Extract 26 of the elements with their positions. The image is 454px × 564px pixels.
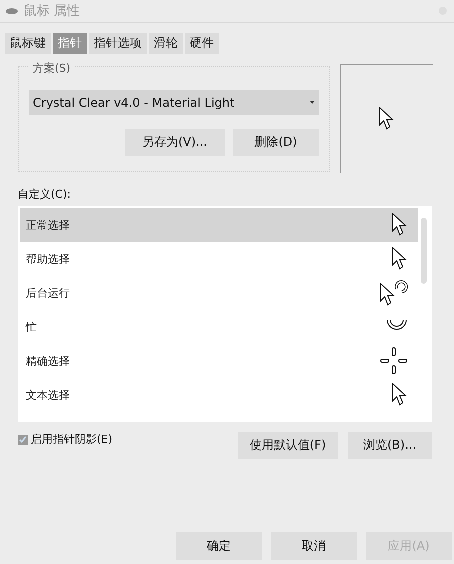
tab[interactable]: 硬件: [185, 33, 219, 54]
list-button[interactable]: 浏览(B)...: [348, 432, 432, 459]
checkbox[interactable]: [18, 434, 28, 444]
busy-arrow-cursor-icon: [380, 280, 408, 306]
dialog-button[interactable]: 确定: [176, 532, 262, 560]
customize-label: 自定义(C):: [17, 187, 72, 203]
tab[interactable]: 鼠标键: [5, 33, 51, 54]
scrollbar-thumb[interactable]: [421, 218, 427, 284]
tab[interactable]: 指针选项: [89, 33, 147, 54]
scheme-dropdown[interactable]: Crystal Clear v4.0 - Material Light: [29, 90, 319, 115]
tab[interactable]: 滑轮: [149, 33, 183, 54]
crosshair-icon: [380, 347, 408, 375]
dialog-button[interactable]: 取消: [271, 532, 357, 560]
arrow-cursor-icon: [392, 213, 408, 237]
mouse-icon: [6, 8, 18, 14]
scheme-button[interactable]: 删除(D): [233, 129, 319, 156]
shadow-checkbox[interactable]: 启用指针阴影(E): [18, 432, 228, 447]
list-button[interactable]: 使用默认值(F): [238, 432, 338, 459]
dropdown-icon: [310, 100, 315, 105]
cursor-list-item[interactable]: 正常选择: [20, 208, 418, 242]
group-label: 方案(S): [29, 61, 75, 76]
arrow-cursor-icon: [379, 107, 395, 131]
window-title: 鼠标 属性: [24, 3, 80, 20]
arrow-cursor-icon: [392, 383, 408, 407]
scheme-button[interactable]: 另存为(V)...: [125, 129, 225, 156]
arrow-cursor-icon: [392, 247, 408, 271]
